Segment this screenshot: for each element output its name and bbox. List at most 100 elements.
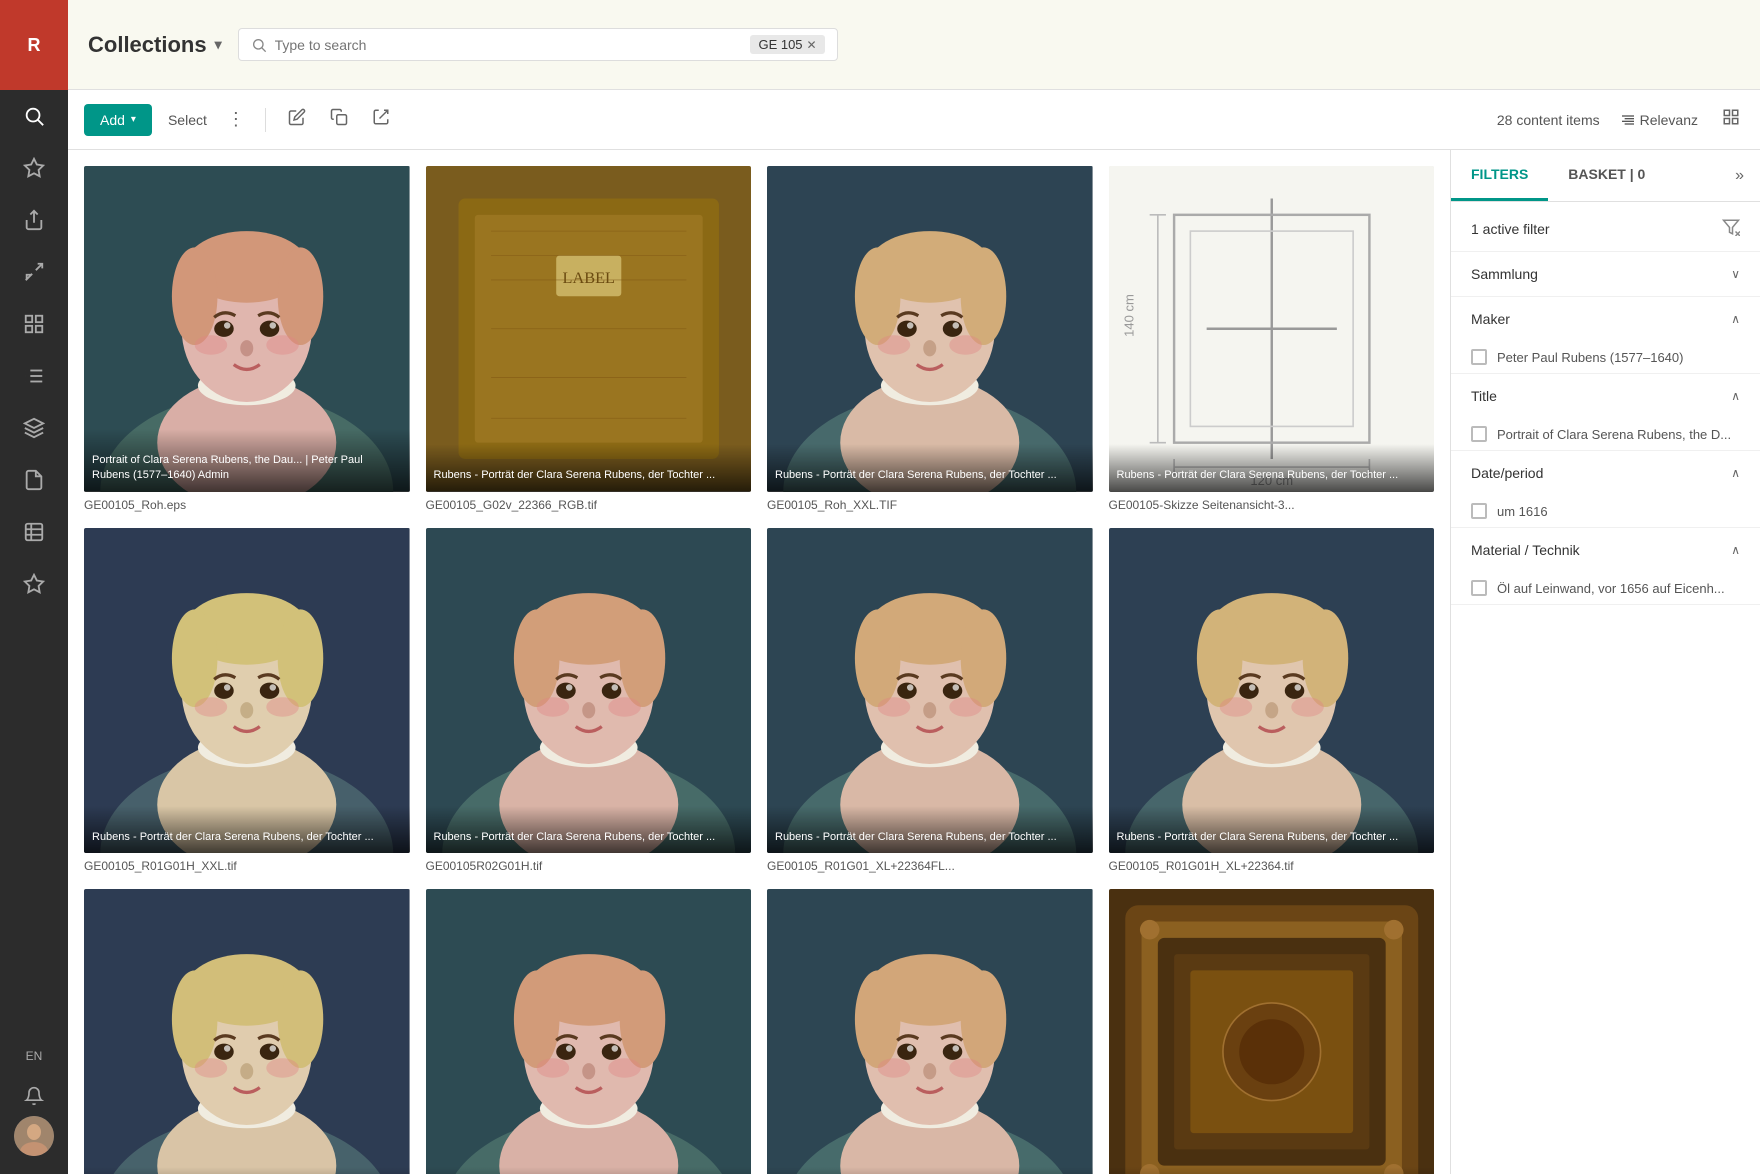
more-options-icon[interactable]: ⋮ — [223, 105, 249, 134]
edit-icon[interactable] — [282, 102, 312, 137]
grid-item-overlay: Rubens - Porträt der Clara Serena Rubens… — [767, 806, 1093, 853]
grid-icon — [23, 313, 45, 335]
grid-item[interactable]: Rubens - Porträt der Clara Serena Rubens… — [84, 528, 410, 874]
tab-filters[interactable]: FILTERS — [1451, 150, 1548, 201]
sidebar-item-list[interactable] — [0, 350, 68, 402]
grid-item-filename: GE00105R02G01H.tif — [426, 859, 752, 873]
filter-section-chevron: ∨ — [1731, 267, 1740, 281]
grid-item-thumbnail: Rubens - Porträt der Clara Serena Rubens… — [1109, 528, 1435, 854]
sidebar-item-plugin[interactable] — [0, 558, 68, 610]
grid-item-thumbnail: Rubens - Porträt der Clara Serena Rubens… — [767, 166, 1093, 492]
filter-section-header-3[interactable]: Date/period ∧ — [1451, 451, 1760, 495]
user-avatar[interactable] — [14, 1116, 54, 1156]
grid-item-filename: GE00105_G02v_22366_RGB.tif — [426, 498, 752, 512]
sidebar-bottom: EN — [0, 1036, 68, 1174]
filters-tabs: FILTERS BASKET | 0 » — [1451, 150, 1760, 202]
sidebar-item-search[interactable] — [0, 90, 68, 142]
search-tag-close[interactable]: ✕ — [807, 38, 817, 52]
search-input[interactable] — [275, 37, 743, 53]
clear-filter-button[interactable] — [1722, 218, 1740, 239]
filter-checkbox-1-0[interactable] — [1471, 349, 1487, 365]
grid-item-overlay: Rubens - Porträt der Clara Serena Rubens… — [84, 806, 410, 853]
grid-item-thumbnail: Rubens - Porträt der Clara Serena Rubens… — [426, 528, 752, 854]
collections-title: Collections ▾ — [88, 32, 222, 58]
filter-checkbox-3-0[interactable] — [1471, 503, 1487, 519]
grid-item-thumbnail: Rubens - Porträt der Clara Serena Rubens… — [767, 528, 1093, 854]
bell-icon — [24, 1086, 44, 1106]
notifications-button[interactable] — [0, 1076, 68, 1116]
filter-section: Maker ∧ Peter Paul Rubens (1577–1640) — [1451, 297, 1760, 374]
sidebar: R — [0, 0, 68, 1174]
filter-section-header-4[interactable]: Material / Technik ∧ — [1451, 528, 1760, 572]
filters-expand-icon[interactable]: » — [1719, 151, 1760, 201]
filter-section-header-0[interactable]: Sammlung ∨ — [1451, 252, 1760, 296]
grid-item[interactable]: Rubens - Porträt der Clara Serena Rubens… — [426, 528, 752, 874]
star-icon — [23, 157, 45, 179]
copy-icon[interactable] — [324, 102, 354, 137]
grid-item-thumbnail: Rubens - Porträt der Clara Serena Rubens… — [84, 528, 410, 854]
grid-item[interactable]: 140 cm 120 cm Rubens - Porträt der Clara… — [1109, 166, 1435, 512]
filter-section: Sammlung ∨ — [1451, 252, 1760, 297]
export-icon[interactable] — [366, 102, 396, 137]
grid-item[interactable]: Portrait of Clara Serena Rubens, the Dau… — [84, 166, 410, 512]
filter-checkbox-4-0[interactable] — [1471, 580, 1487, 596]
grid-item[interactable]: Rubens - Porträt der Clara Serena Rubens… — [767, 528, 1093, 874]
grid-item[interactable]: Rubens - Porträt der Clara Serena Rubens… — [84, 889, 410, 1174]
filter-section: Material / Technik ∧ Öl auf Leinwand, vo… — [1451, 528, 1760, 605]
filter-section-header-1[interactable]: Maker ∧ — [1451, 297, 1760, 341]
filter-checkbox-2-0[interactable] — [1471, 426, 1487, 442]
filter-section-title: Sammlung — [1471, 266, 1538, 282]
search-icon — [23, 105, 45, 127]
select-button[interactable]: Select — [164, 104, 211, 136]
add-button[interactable]: Add ▾ — [84, 104, 152, 136]
sidebar-item-layers[interactable] — [0, 402, 68, 454]
content-area: Portrait of Clara Serena Rubens, the Dau… — [68, 150, 1760, 1174]
grid-item-filename: GE00105_Roh_XXL.TIF — [767, 498, 1093, 512]
language-selector[interactable]: EN — [0, 1036, 68, 1076]
grid-item[interactable]: Rubens - Porträt der Clara Serena Rubens… — [767, 889, 1093, 1174]
grid-item[interactable]: Rubens - Porträt der Clara Serena Rubens… — [767, 166, 1093, 512]
sidebar-item-grid[interactable] — [0, 298, 68, 350]
sort-button[interactable]: Relevanz — [1612, 108, 1706, 132]
filter-option-label: Peter Paul Rubens (1577–1640) — [1497, 350, 1683, 365]
grid-item-thumbnail: Rubens - Porträt der Clara Serena Rubens… — [767, 889, 1093, 1174]
toolbar: Add ▾ Select ⋮ 28 content items — [68, 90, 1760, 150]
sidebar-item-transform[interactable] — [0, 246, 68, 298]
view-toggle-icon[interactable] — [1718, 104, 1744, 135]
main-container: Collections ▾ GE 105 ✕ Add ▾ Select ⋮ — [68, 0, 1760, 1174]
grid-item-filename: GE00105_R01G01H_XXL.tif — [84, 859, 410, 873]
grid-area: Portrait of Clara Serena Rubens, the Dau… — [68, 150, 1450, 1174]
filter-option: Portrait of Clara Serena Rubens, the D..… — [1451, 418, 1760, 450]
filter-option: Öl auf Leinwand, vor 1656 auf Eicenh... — [1451, 572, 1760, 604]
sidebar-item-favorites[interactable] — [0, 142, 68, 194]
tab-basket[interactable]: BASKET | 0 — [1548, 150, 1665, 201]
collections-chevron[interactable]: ▾ — [215, 36, 222, 53]
sidebar-item-table[interactable] — [0, 506, 68, 558]
filter-option-label: um 1616 — [1497, 504, 1548, 519]
grid-item[interactable]: LABEL Rubens - Porträt der Clara Serena … — [426, 166, 752, 512]
sidebar-item-share[interactable] — [0, 194, 68, 246]
grid-item[interactable]: Rubens - Porträt der Clara Serena Rubens… — [1109, 528, 1435, 874]
filter-section-title: Maker — [1471, 311, 1510, 327]
grid-item-overlay: Rubens - Porträt der Clara Serena Rubens… — [84, 1167, 410, 1174]
grid-item-overlay: Rubens - Porträt der Clara Serena Rubens… — [1109, 806, 1435, 853]
filter-section: Title ∧ Portrait of Clara Serena Rubens,… — [1451, 374, 1760, 451]
add-label: Add — [100, 112, 125, 128]
logo[interactable]: R — [0, 0, 68, 90]
sidebar-item-file[interactable] — [0, 454, 68, 506]
svg-text:LABEL: LABEL — [562, 269, 614, 287]
filter-sections: Sammlung ∨ Maker ∧ Peter Paul Rubens (15… — [1451, 252, 1760, 605]
filter-section-header-2[interactable]: Title ∧ — [1451, 374, 1760, 418]
active-filter-label: 1 active filter — [1471, 221, 1550, 237]
active-filter-row: 1 active filter — [1451, 202, 1760, 252]
content-count: 28 content items — [1497, 112, 1600, 128]
grid-item-thumbnail: Rubens - Porträt der Clara Serena Rubens… — [1109, 889, 1435, 1174]
grid-item[interactable]: Rubens - Porträt der Clara Serena Rubens… — [1109, 889, 1435, 1174]
svg-text:140 cm: 140 cm — [1121, 294, 1136, 337]
filter-section-chevron: ∧ — [1731, 389, 1740, 403]
logo-icon: R — [18, 29, 50, 61]
grid-item-overlay: Rubens - Porträt der Clara Serena Rubens… — [426, 806, 752, 853]
search-tag-text: GE 105 — [758, 37, 802, 52]
grid-item[interactable]: Rubens - Porträt der Clara Serena Rubens… — [426, 889, 752, 1174]
filter-option-label: Öl auf Leinwand, vor 1656 auf Eicenh... — [1497, 581, 1725, 596]
